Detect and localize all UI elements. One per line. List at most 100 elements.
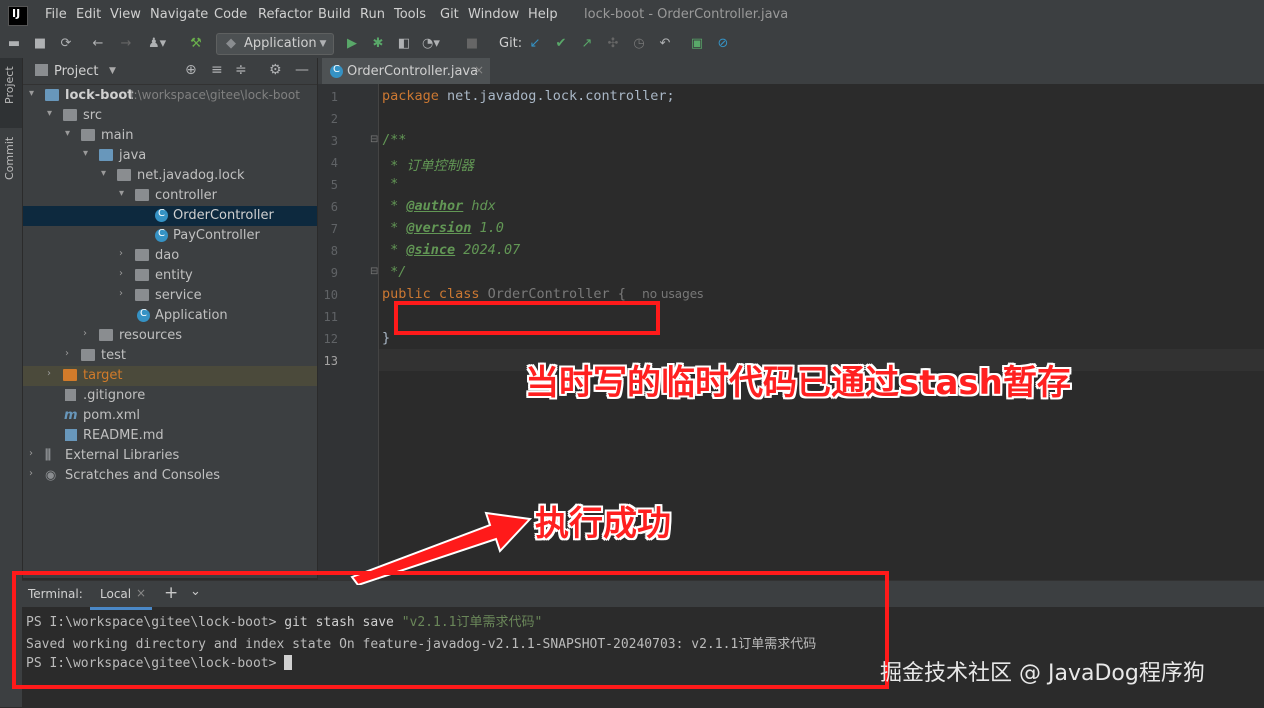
build-hammer-icon[interactable]: ⚒ (188, 36, 204, 52)
menu-refactor[interactable]: Refactor (258, 7, 313, 22)
fold-icon[interactable]: ⊟ (370, 134, 378, 145)
chevron-down-icon[interactable]: ▾ (101, 168, 106, 179)
menu-code[interactable]: Code (214, 7, 247, 22)
chevron-down-icon[interactable]: ▾ (65, 128, 70, 139)
code-line-1: package net.javadog.lock.controller; (382, 88, 675, 104)
tree-item-lock-boot[interactable]: ▾ lock-boot I:\workspace\gitee\lock-boot (23, 86, 317, 106)
tree-item-main[interactable]: ▾ main (23, 126, 317, 146)
code-line-6: * @author hdx (382, 198, 496, 214)
chevron-right-icon[interactable]: › (119, 288, 123, 299)
line-number: 10 (323, 288, 338, 302)
project-panel: Project ▼ ⊕ ≡ ≑ ⚙ — ▾ lock-boot I:\works… (23, 58, 317, 578)
tree-item-gitignore[interactable]: .gitignore (23, 386, 317, 406)
resources-folder-icon (99, 329, 113, 341)
git-merge-icon[interactable]: ✣ (605, 36, 621, 52)
forward-arrow-icon[interactable]: → (118, 36, 134, 52)
sync-icon[interactable]: ⟳ (58, 36, 74, 52)
tree-item-test[interactable]: › test (23, 346, 317, 366)
module-path: I:\workspace\gitee\lock-boot (130, 88, 300, 102)
run-icon[interactable]: ▶ (344, 36, 360, 52)
tree-item-ordercontroller[interactable]: OrderController (23, 206, 317, 226)
source-folder-icon (99, 149, 113, 161)
back-arrow-icon[interactable]: ← (90, 36, 106, 52)
gear-icon[interactable]: ⚙ (269, 62, 282, 78)
commit-tool-tab[interactable]: Commit (0, 136, 22, 206)
project-panel-title[interactable]: Project (54, 64, 98, 79)
run-configuration-select[interactable]: ◆ Application ▼ (216, 33, 334, 55)
chevron-down-icon[interactable]: ▾ (83, 148, 88, 159)
expand-all-icon[interactable]: ≡ (211, 62, 223, 78)
tree-item-package[interactable]: ▾ net.javadog.lock (23, 166, 317, 186)
chevron-down-icon[interactable]: ▼ (109, 66, 116, 76)
menu-help[interactable]: Help (528, 7, 558, 22)
tree-item-label: test (101, 348, 126, 363)
tree-item-paycontroller[interactable]: PayController (23, 226, 317, 246)
user-dropdown-icon[interactable]: ♟▾ (148, 36, 166, 52)
history-icon[interactable]: ◷ (631, 36, 647, 52)
chevron-right-icon[interactable]: › (119, 248, 123, 259)
folder-icon (63, 109, 77, 121)
line-number: 3 (330, 134, 338, 148)
line-number: 7 (330, 222, 338, 236)
fold-icon[interactable]: ⊟ (370, 266, 378, 277)
debug-icon[interactable]: ✱ (370, 36, 386, 52)
collapse-all-icon[interactable]: ≑ (235, 62, 247, 78)
menu-file[interactable]: File (45, 7, 67, 22)
tree-item-label: java (119, 148, 147, 163)
chevron-right-icon[interactable]: › (29, 448, 33, 459)
save-icon[interactable]: ■ (32, 36, 48, 52)
tree-item-scratches[interactable]: › ◉ Scratches and Consoles (23, 466, 317, 486)
tree-item-java[interactable]: ▾ java (23, 146, 317, 166)
menu-window[interactable]: Window (468, 7, 519, 22)
rollback-icon[interactable]: ↶ (657, 36, 673, 52)
line-number: 5 (330, 178, 338, 192)
close-icon[interactable]: × (474, 63, 484, 77)
folder-icon (81, 129, 95, 141)
chevron-right-icon[interactable]: › (65, 348, 69, 359)
project-tool-tab[interactable]: Project (0, 58, 22, 128)
locate-icon[interactable]: ⊕ (185, 62, 197, 78)
chevron-down-icon[interactable]: ▾ (119, 188, 124, 199)
menu-edit[interactable]: Edit (76, 7, 101, 22)
git-commit-icon[interactable]: ✔ (553, 36, 569, 52)
menu-navigate[interactable]: Navigate (150, 7, 208, 22)
profile-icon[interactable]: ◔▾ (422, 36, 440, 52)
tree-item-src[interactable]: ▾ src (23, 106, 317, 126)
tree-item-pom[interactable]: m pom.xml (23, 406, 317, 426)
block-icon[interactable]: ⊘ (715, 36, 731, 52)
menu-build[interactable]: Build (318, 7, 351, 22)
menu-git[interactable]: Git (440, 7, 459, 22)
chevron-down-icon[interactable]: ▾ (29, 88, 34, 99)
git-update-icon[interactable]: ↙ (527, 36, 543, 52)
usages-hint: no usages (642, 287, 704, 301)
tab-ordercontroller[interactable]: OrderController.java × (322, 58, 490, 87)
menu-run[interactable]: Run (360, 7, 385, 22)
file-icon (65, 389, 76, 401)
tree-item-controller[interactable]: ▾ controller (23, 186, 317, 206)
chevron-right-icon[interactable]: › (119, 268, 123, 279)
git-push-icon[interactable]: ↗ (579, 36, 595, 52)
tree-item-resources[interactable]: › resources (23, 326, 317, 346)
chevron-right-icon[interactable]: › (47, 368, 51, 379)
tree-item-application[interactable]: Application (23, 306, 317, 326)
spring-app-class-icon (137, 308, 150, 322)
chevron-down-icon[interactable]: ▾ (47, 108, 52, 119)
chevron-down-icon: ▼ (319, 39, 327, 49)
hide-panel-icon[interactable]: — (295, 62, 309, 78)
tree-item-external-libraries[interactable]: › ⫼ External Libraries (23, 446, 317, 466)
open-folder-icon[interactable]: ▬ (6, 36, 22, 52)
metrics-icon[interactable]: ▣ (689, 36, 705, 52)
tree-item-dao[interactable]: › dao (23, 246, 317, 266)
package-icon (135, 289, 149, 301)
tree-item-target[interactable]: › target (23, 366, 317, 386)
menu-tools[interactable]: Tools (394, 7, 426, 22)
coverage-icon[interactable]: ◧ (396, 36, 412, 52)
stop-icon[interactable]: ■ (464, 36, 480, 52)
package-icon (135, 189, 149, 201)
chevron-right-icon[interactable]: › (83, 328, 87, 339)
menu-view[interactable]: View (110, 7, 141, 22)
tree-item-entity[interactable]: › entity (23, 266, 317, 286)
tree-item-service[interactable]: › service (23, 286, 317, 306)
chevron-right-icon[interactable]: › (29, 468, 33, 479)
tree-item-readme[interactable]: README.md (23, 426, 317, 446)
